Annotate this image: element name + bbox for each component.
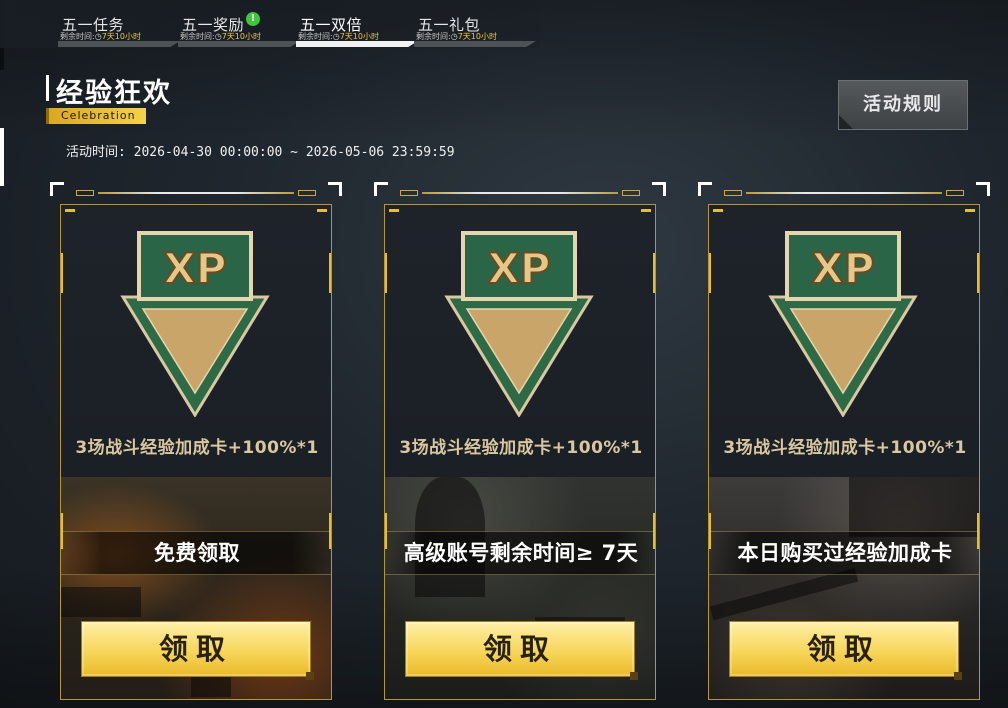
- frame-corner: [976, 182, 990, 196]
- panel-mark: [65, 209, 75, 212]
- timer-prefix: 剩余时间:: [180, 32, 215, 41]
- claim-button[interactable]: 领取: [81, 621, 314, 680]
- tab-may-day-rewards[interactable]: 五一奖励 ! 剩余时间:◷7天10小时: [178, 10, 300, 48]
- timer-prefix: 剩余时间:: [298, 32, 333, 41]
- tab-timer: 剩余时间:◷7天10小时: [180, 31, 261, 42]
- panel-mark: [389, 209, 399, 212]
- reward-name: 3场战斗经验加成卡+100%*1: [399, 438, 643, 458]
- panel-side-accent: [709, 513, 711, 549]
- xp-label: XP: [487, 244, 550, 293]
- frame-corner: [374, 182, 388, 196]
- xp-label: XP: [811, 244, 874, 293]
- frame-tick: [400, 190, 418, 196]
- timer-value: 7天10小时: [101, 32, 141, 41]
- event-date-range: 活动时间: 2026-04-30 00:00:00 ~ 2026-05-06 2…: [66, 145, 455, 160]
- card-panel: XP 3场战斗经验加成卡+100%*1 免费领取 领取: [60, 204, 332, 700]
- panel-side-accent: [61, 513, 63, 549]
- card-panel: XP 3场战斗经验加成卡+100%*1 本日购买过经验加成卡 领取: [708, 204, 980, 700]
- frame-line: [98, 192, 294, 194]
- frame-tick: [724, 190, 742, 196]
- tab-underline: [296, 41, 418, 47]
- panel-side-accent: [329, 253, 331, 293]
- exclamation-badge-icon: !: [246, 12, 260, 26]
- frame-tick: [622, 190, 640, 196]
- panel-side-accent: [709, 253, 711, 293]
- panel-side-accent: [653, 253, 655, 293]
- page-title: 经验狂欢: [56, 78, 172, 109]
- panel-mark: [965, 209, 975, 212]
- card-panel: XP 3场战斗经验加成卡+100%*1 高级账号剩余时间≥ 7天 领取: [384, 204, 656, 700]
- scene-silhouette: [709, 567, 859, 621]
- tab-timer: 剩余时间:◷7天10小时: [298, 31, 379, 42]
- clock-icon: ◷: [450, 32, 458, 41]
- reward-card: XP 3场战斗经验加成卡+100%*1 高级账号剩余时间≥ 7天 领取: [372, 180, 668, 708]
- panel-side-accent: [977, 513, 979, 549]
- tab-underline: [414, 41, 536, 47]
- xp-arrow-icon: XP: [768, 231, 918, 417]
- timer-value: 7天10小时: [457, 32, 497, 41]
- battle-scene-image: 免费领取 领取: [61, 477, 331, 699]
- tab-may-day-tasks[interactable]: 五一任务 剩余时间:◷7天10小时: [58, 10, 180, 48]
- tab-may-day-double[interactable]: 五一双倍 剩余时间:◷7天10小时: [296, 10, 418, 48]
- frame-tick: [298, 190, 316, 196]
- claim-condition: 免费领取: [61, 531, 331, 575]
- tab-may-day-packs[interactable]: 五一礼包 剩余时间:◷7天10小时: [414, 10, 536, 48]
- claim-button[interactable]: 领取: [729, 621, 962, 680]
- timer-prefix: 剩余时间:: [60, 32, 95, 41]
- panel-side-accent: [385, 513, 387, 549]
- panel-mark: [641, 209, 651, 212]
- battle-scene-image: 高级账号剩余时间≥ 7天 领取: [385, 477, 655, 699]
- reward-card: XP 3场战斗经验加成卡+100%*1 本日购买过经验加成卡 领取: [696, 180, 992, 708]
- clock-icon: ◷: [332, 32, 340, 41]
- title-accent-bar: [46, 75, 49, 101]
- battle-scene-image: 本日购买过经验加成卡 领取: [709, 477, 979, 699]
- reward-name: 3场战斗经验加成卡+100%*1: [723, 438, 967, 458]
- frame-corner: [698, 182, 712, 196]
- claim-condition: 本日购买过经验加成卡: [709, 531, 979, 575]
- scene-silhouette: [849, 477, 979, 537]
- frame-line: [422, 192, 618, 194]
- timer-prefix: 剩余时间:: [416, 32, 451, 41]
- xp-arrow-icon: XP: [444, 231, 594, 417]
- panel-side-accent: [329, 513, 331, 549]
- panel-side-accent: [977, 253, 979, 293]
- frame-tick: [76, 190, 94, 196]
- card-frame-top: [696, 180, 992, 200]
- panel-mark: [317, 209, 327, 212]
- reward-name: 3场战斗经验加成卡+100%*1: [75, 438, 319, 458]
- panel-side-accent: [653, 513, 655, 549]
- tab-timer: 剩余时间:◷7天10小时: [416, 31, 497, 42]
- claim-button[interactable]: 领取: [405, 621, 638, 680]
- panel-side-accent: [385, 253, 387, 293]
- frame-corner: [652, 182, 666, 196]
- reward-card: XP 3场战斗经验加成卡+100%*1 免费领取 领取: [48, 180, 344, 708]
- scene-silhouette: [61, 587, 141, 617]
- xp-arrow-icon: XP: [120, 231, 270, 417]
- xp-label: XP: [163, 244, 226, 293]
- tab-timer: 剩余时间:◷7天10小时: [60, 31, 141, 42]
- card-frame-top: [372, 180, 668, 200]
- frame-corner: [50, 182, 64, 196]
- frame-line: [746, 192, 942, 194]
- subtitle-tag: Celebration: [46, 108, 146, 124]
- clock-icon: ◷: [94, 32, 102, 41]
- timer-value: 7天10小时: [221, 32, 261, 41]
- frame-corner: [328, 182, 342, 196]
- panel-mark: [713, 209, 723, 212]
- tab-underline: [178, 41, 300, 47]
- event-rules-button[interactable]: 活动规则: [838, 80, 968, 130]
- panel-side-accent: [61, 253, 63, 293]
- event-tabs: 五一任务 剩余时间:◷7天10小时 五一奖励 ! 剩余时间:◷7天10小时 五一…: [0, 0, 1008, 70]
- timer-value: 7天10小时: [339, 32, 379, 41]
- clock-icon: ◷: [214, 32, 222, 41]
- claim-condition: 高级账号剩余时间≥ 7天: [385, 531, 655, 575]
- frame-tick: [946, 190, 964, 196]
- tab-underline: [58, 41, 180, 47]
- card-frame-top: [48, 180, 344, 200]
- side-marker: [0, 128, 4, 186]
